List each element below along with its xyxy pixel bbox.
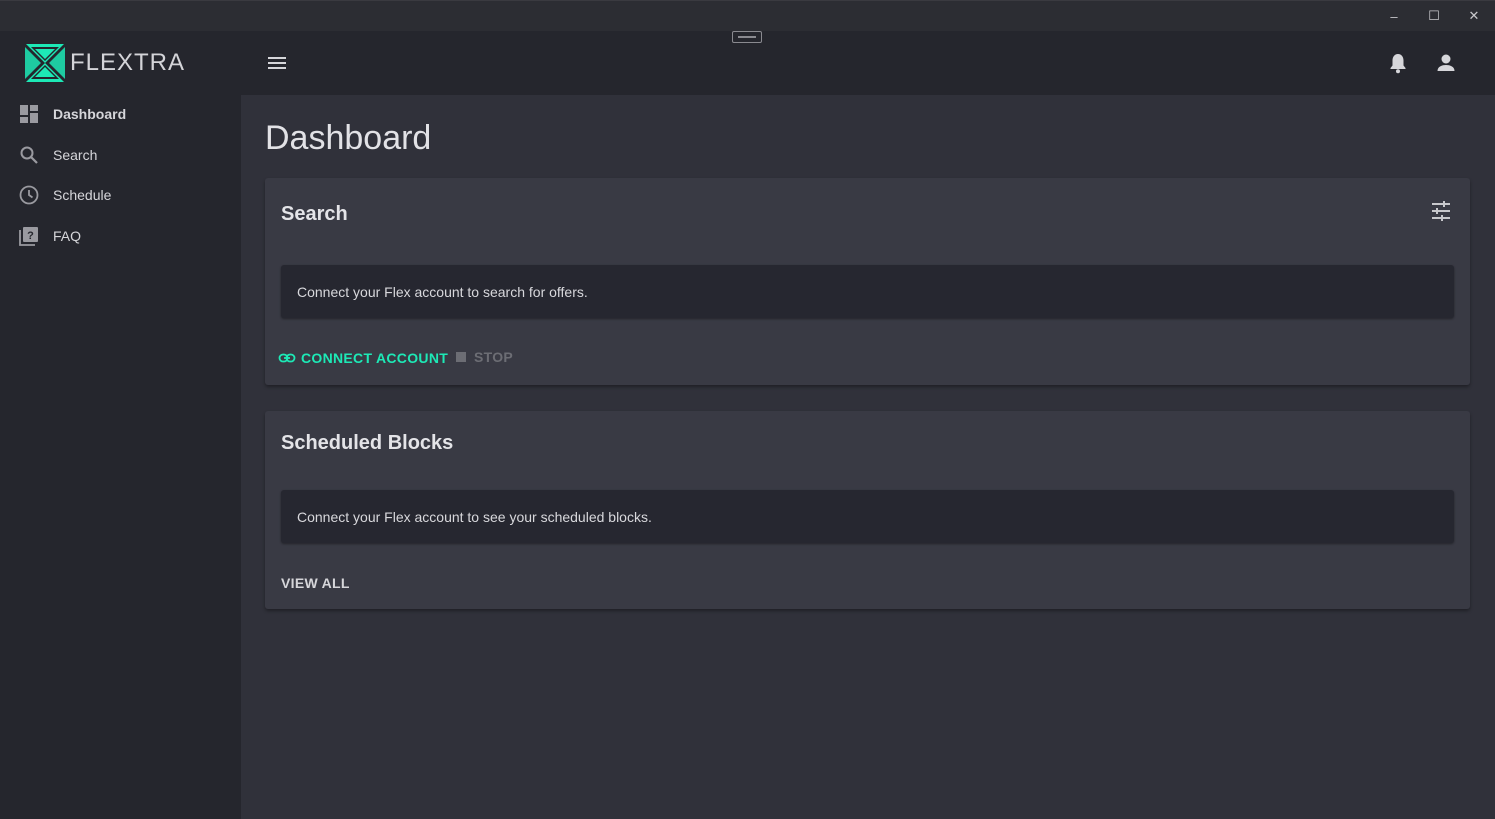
sidebar: FLEXTRA Dashboard Search Schedule ? FAQ xyxy=(0,31,241,819)
brand-name: FLEXTRA xyxy=(70,49,186,76)
maximize-button[interactable]: ☐ xyxy=(1414,1,1454,31)
search-card: Search Connect your Flex account to sear… xyxy=(265,178,1470,385)
hamburger-menu-icon[interactable] xyxy=(267,53,287,73)
minimize-button[interactable]: – xyxy=(1374,1,1414,31)
close-button[interactable]: ✕ xyxy=(1454,1,1494,31)
view-all-button[interactable]: VIEW ALL xyxy=(281,575,350,591)
sidebar-item-search[interactable]: Search xyxy=(0,137,241,173)
search-icon xyxy=(19,145,39,165)
scheduled-blocks-title: Scheduled Blocks xyxy=(281,432,454,454)
person-icon[interactable] xyxy=(1435,52,1457,74)
tune-icon[interactable] xyxy=(1430,200,1452,222)
scheduled-blocks-alert: Connect your Flex account to see your sc… xyxy=(281,490,1454,543)
brand-logo: FLEXTRA xyxy=(24,43,185,83)
drag-handle[interactable] xyxy=(732,31,762,43)
sidebar-item-schedule[interactable]: Schedule xyxy=(0,177,241,213)
scheduled-blocks-card: Scheduled Blocks Connect your Flex accou… xyxy=(265,411,1470,609)
page-title: Dashboard xyxy=(265,119,432,157)
search-alert-message: Connect your Flex account to search for … xyxy=(297,283,588,300)
clock-icon xyxy=(19,185,39,205)
svg-text:?: ? xyxy=(27,230,34,242)
link-icon xyxy=(278,353,296,363)
sidebar-item-label: Schedule xyxy=(53,187,112,203)
sidebar-item-dashboard[interactable]: Dashboard xyxy=(0,96,241,132)
connect-account-label: CONNECT ACCOUNT xyxy=(301,350,449,366)
flextra-logo-icon xyxy=(25,44,65,82)
sidebar-item-label: FAQ xyxy=(53,228,82,244)
app-topbar xyxy=(241,31,1495,95)
scheduled-blocks-message: Connect your Flex account to see your sc… xyxy=(297,508,652,525)
stop-button[interactable]: STOP xyxy=(456,349,513,365)
connect-account-button[interactable]: CONNECT ACCOUNT xyxy=(278,349,448,367)
sidebar-item-faq[interactable]: ? FAQ xyxy=(0,218,241,254)
stop-label: STOP xyxy=(474,349,514,365)
bell-icon[interactable] xyxy=(1387,52,1409,74)
dashboard-icon xyxy=(19,104,39,124)
search-alert: Connect your Flex account to search for … xyxy=(281,265,1454,318)
window-titlebar: – ☐ ✕ xyxy=(0,0,1495,31)
sidebar-item-label: Dashboard xyxy=(53,106,127,122)
stop-icon xyxy=(456,352,466,362)
sidebar-item-label: Search xyxy=(53,147,98,163)
search-card-title: Search xyxy=(281,203,348,225)
main-content: Dashboard Search Connect your Flex accou… xyxy=(241,95,1495,819)
question-library-icon: ? xyxy=(19,226,39,246)
